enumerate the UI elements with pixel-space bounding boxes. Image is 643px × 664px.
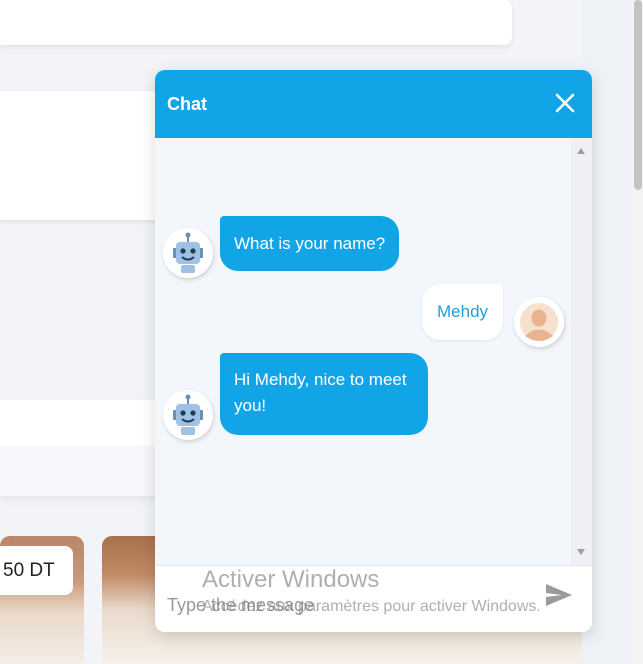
price-badge: 50 DT: [0, 546, 73, 595]
robot-icon: [163, 390, 213, 440]
chat-messages: What is your name? Mehdy Hi Mehdy, nice …: [155, 138, 571, 565]
scroll-up-arrow-icon[interactable]: [577, 148, 585, 154]
background-card: [0, 0, 512, 45]
send-icon[interactable]: [544, 582, 574, 608]
background-card: [0, 446, 170, 496]
scroll-down-arrow-icon[interactable]: [577, 549, 585, 555]
chat-title: Chat: [167, 93, 207, 114]
chat-window: Chat What is your name? Mehdy Hi Mehdy, …: [155, 70, 592, 632]
page-scrollbar-thumb[interactable]: [634, 0, 642, 190]
bot-message: Hi Mehdy, nice to meet you!: [220, 353, 428, 435]
user-message: Mehdy: [422, 284, 504, 340]
background-card: [0, 400, 170, 446]
message-input[interactable]: [167, 592, 527, 618]
chat-input-bar: [155, 565, 592, 632]
background-card: [0, 91, 170, 220]
robot-icon: [163, 228, 213, 278]
close-icon[interactable]: [554, 92, 576, 114]
chat-header: Chat: [155, 70, 592, 138]
user-avatar-icon: [514, 297, 564, 347]
bot-message: What is your name?: [220, 216, 400, 271]
chat-scrollbar[interactable]: [571, 138, 592, 565]
